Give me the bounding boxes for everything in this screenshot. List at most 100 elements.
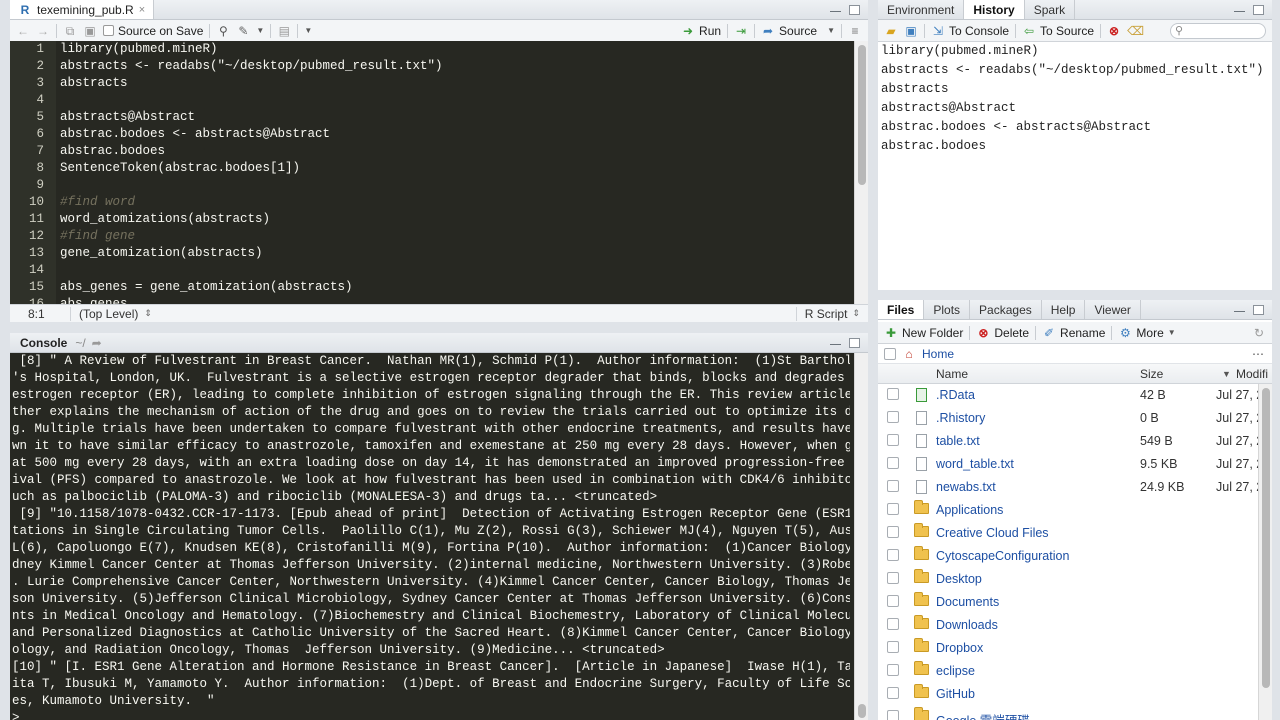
code-line[interactable]: 2 abstracts <- readabs("~/desktop/pubmed_…	[10, 58, 854, 75]
code-line[interactable]: 15 abs_genes = gene_atomization(abstracts…	[10, 279, 854, 296]
code-line[interactable]: 6 abstrac.bodoes <- abstracts@Abstract	[10, 126, 854, 143]
minimize-pane-icon[interactable]	[1234, 311, 1245, 314]
delete-button[interactable]: ⊗ Delete	[976, 326, 1029, 340]
source-button[interactable]: ➦ Source ▼	[761, 24, 835, 38]
col-modified-header[interactable]: Modifi	[1236, 367, 1268, 381]
save-icon[interactable]: ▣	[83, 24, 97, 38]
to-source-button[interactable]: ⇦ To Source	[1022, 24, 1094, 38]
code-editor[interactable]: 1 library(pubmed.mineR) 2 abstracts <- read…	[10, 41, 854, 304]
open-folder-icon[interactable]: ▰	[884, 24, 898, 38]
tab-history[interactable]: History	[964, 0, 1025, 19]
col-name-header[interactable]: Name	[936, 367, 968, 381]
tab-plots[interactable]: Plots	[924, 300, 971, 319]
file-row[interactable]: Creative Cloud Files	[878, 522, 1258, 545]
file-checkbox[interactable]	[887, 388, 899, 400]
file-checkbox[interactable]	[887, 503, 899, 515]
editor-file-tab[interactable]: R texemining_pub.R ×	[10, 0, 155, 19]
tab-environment[interactable]: Environment	[878, 0, 965, 19]
breadcrumb-home[interactable]: Home	[922, 347, 954, 361]
file-row[interactable]: .RData 42 B Jul 27, 2	[878, 384, 1258, 407]
file-checkbox[interactable]	[887, 641, 899, 653]
code-line[interactable]: 3 abstracts	[10, 75, 854, 92]
history-entry[interactable]: abstracts@Abstract	[881, 99, 1269, 118]
history-entry[interactable]: abstrac.bodoes	[881, 137, 1269, 156]
file-row[interactable]: GitHub	[878, 683, 1258, 706]
maximize-pane-icon[interactable]	[849, 4, 860, 15]
file-row[interactable]: .Rhistory 0 B Jul 27, 2	[878, 407, 1258, 430]
files-scrollbar-thumb[interactable]	[1262, 388, 1270, 688]
file-name-link[interactable]: newabs.txt	[936, 480, 996, 494]
file-checkbox[interactable]	[887, 687, 899, 699]
refresh-icon[interactable]: ↻	[1252, 326, 1266, 340]
file-row[interactable]: Applications	[878, 499, 1258, 522]
file-checkbox[interactable]	[887, 457, 899, 469]
file-name-link[interactable]: Applications	[936, 503, 1003, 517]
code-line[interactable]: 9	[10, 177, 854, 194]
file-name-link[interactable]: Creative Cloud Files	[936, 526, 1049, 540]
file-name-link[interactable]: eclipse	[936, 664, 975, 678]
file-row[interactable]: Google 雲端硬碟	[878, 706, 1258, 720]
file-row[interactable]: Downloads	[878, 614, 1258, 637]
code-line[interactable]: 10 #find word	[10, 194, 854, 211]
maximize-pane-icon[interactable]	[849, 337, 860, 348]
files-scrollbar[interactable]	[1258, 384, 1272, 720]
file-name-link[interactable]: Documents	[936, 595, 999, 609]
file-checkbox[interactable]	[887, 434, 899, 446]
history-entry[interactable]: abstrac.bodoes <- abstracts@Abstract	[881, 118, 1269, 137]
file-type-selector[interactable]: R Script ⇕	[795, 306, 868, 321]
run-button[interactable]: ➜ Run	[681, 24, 721, 38]
maximize-pane-icon[interactable]	[1253, 4, 1264, 15]
file-name-link[interactable]: CytoscapeConfiguration	[936, 549, 1069, 563]
sort-desc-icon[interactable]: ▼	[1222, 369, 1231, 379]
code-line[interactable]: 16 abs_genes	[10, 296, 854, 304]
tab-packages[interactable]: Packages	[970, 300, 1042, 319]
file-checkbox[interactable]	[887, 411, 899, 423]
code-line[interactable]: 12 #find gene	[10, 228, 854, 245]
back-arrow-icon[interactable]: ←	[16, 24, 30, 38]
file-checkbox[interactable]	[887, 480, 899, 492]
home-icon[interactable]: ⌂	[902, 347, 916, 361]
history-search-input[interactable]: ⚲	[1170, 22, 1266, 39]
close-tab-icon[interactable]: ×	[139, 4, 145, 16]
file-name-link[interactable]: .RData	[936, 388, 975, 402]
new-folder-button[interactable]: ✚ New Folder	[884, 326, 963, 340]
history-entry[interactable]: library(pubmed.mineR)	[881, 42, 1269, 61]
file-checkbox[interactable]	[887, 549, 899, 561]
file-row[interactable]: Desktop	[878, 568, 1258, 591]
file-row[interactable]: Dropbox	[878, 637, 1258, 660]
minimize-pane-icon[interactable]	[830, 344, 841, 347]
broom-icon[interactable]: ⌫	[1127, 24, 1144, 38]
file-name-link[interactable]: .Rhistory	[936, 411, 985, 425]
file-checkbox[interactable]	[887, 664, 899, 676]
console-output[interactable]: [8] " A Review of Fulvestrant in Breast …	[10, 353, 854, 720]
more-options-icon[interactable]: ⋯	[1252, 347, 1272, 361]
source-on-save-checkbox[interactable]	[103, 25, 114, 36]
code-line[interactable]: 8 SentenceToken(abstrac.bodoes[1])	[10, 160, 854, 177]
file-name-link[interactable]: GitHub	[936, 687, 975, 701]
source-on-save-toggle[interactable]: Source on Save	[103, 24, 203, 38]
file-name-link[interactable]: Google 雲端硬碟	[936, 710, 1030, 720]
file-name-link[interactable]: Desktop	[936, 572, 982, 586]
tab-files[interactable]: Files	[878, 300, 925, 319]
maximize-pane-icon[interactable]	[1253, 304, 1264, 315]
forward-arrow-icon[interactable]: →	[36, 24, 50, 38]
file-name-link[interactable]: word_table.txt	[936, 457, 1014, 471]
file-checkbox[interactable]	[887, 572, 899, 584]
col-size-header[interactable]: Size	[1140, 367, 1163, 381]
file-name-link[interactable]: table.txt	[936, 434, 980, 448]
select-all-checkbox[interactable]	[884, 347, 896, 360]
chevron-down-icon[interactable]: ▼	[304, 26, 312, 35]
file-row[interactable]: Documents	[878, 591, 1258, 614]
code-line[interactable]: 5 abstracts@Abstract	[10, 109, 854, 126]
file-checkbox[interactable]	[887, 618, 899, 630]
code-line[interactable]: 13 gene_atomization(abstracts)	[10, 245, 854, 262]
chevron-down-icon[interactable]: ▼	[256, 26, 264, 35]
code-line[interactable]: 4	[10, 92, 854, 109]
code-line[interactable]: 7 abstrac.bodoes	[10, 143, 854, 160]
editor-scrollbar-thumb[interactable]	[858, 45, 866, 185]
file-row[interactable]: table.txt 549 B Jul 27, 2	[878, 430, 1258, 453]
console-scrollbar-thumb[interactable]	[858, 704, 866, 718]
to-console-button[interactable]: ⇲ To Console	[931, 24, 1009, 38]
compile-report-icon[interactable]: ▤	[277, 24, 291, 38]
save-icon[interactable]: ▣	[904, 24, 918, 38]
